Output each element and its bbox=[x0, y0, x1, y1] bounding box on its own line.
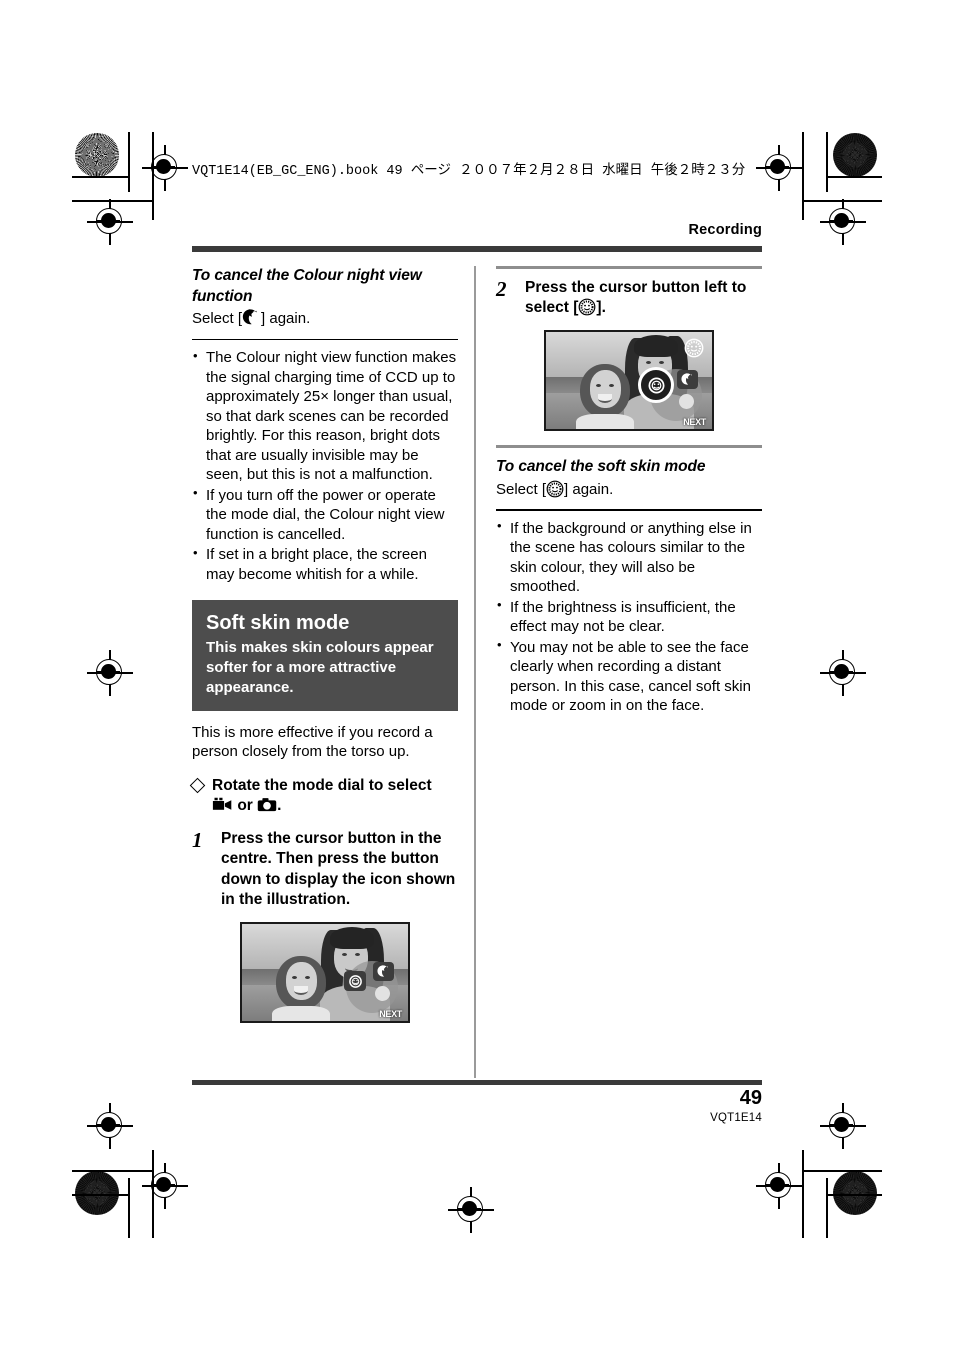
instruction-cancel-soft-skin: Select [ ] again. bbox=[496, 480, 762, 500]
column-divider bbox=[474, 266, 476, 1078]
registration-crosshair-bottom-right bbox=[756, 1163, 802, 1209]
density-target-bottom-right bbox=[833, 1171, 877, 1215]
step-1-number: 1 bbox=[192, 827, 203, 852]
divider-rule-right-2 bbox=[496, 509, 762, 511]
page-number: 49 bbox=[739, 1087, 762, 1109]
callout-description: This makes skin colours appear softer fo… bbox=[206, 639, 434, 696]
list-item: If the background or anything else in th… bbox=[496, 518, 762, 597]
callout-title: Soft skin mode bbox=[206, 612, 350, 635]
divider-rule-left-1 bbox=[192, 338, 458, 341]
notes-list-soft-skin: If the background or anything else in th… bbox=[496, 518, 762, 716]
step-2-text-before: Press the cursor button left to select [ bbox=[525, 278, 747, 316]
step-2-text-after: ]. bbox=[596, 298, 606, 316]
instruction-suffix: ] again. bbox=[261, 310, 311, 328]
registration-crosshair-mid-left bbox=[87, 650, 133, 696]
registration-crosshair-upper-inner-left bbox=[87, 199, 133, 245]
divider-rule-right-top bbox=[496, 266, 762, 269]
document-code: VQT1E14 bbox=[710, 1112, 762, 1124]
density-target-top-right bbox=[833, 133, 877, 177]
directive-text: Rotate the mode dial to select bbox=[212, 776, 432, 794]
osd-next-label: NEXT bbox=[379, 1009, 402, 1020]
registration-crosshair-lower-inner-right bbox=[820, 1103, 866, 1149]
registration-crosshair-upper-inner-right bbox=[820, 199, 866, 245]
illustration-lcd-step1: NEXT bbox=[240, 922, 410, 1024]
step-2-number: 2 bbox=[496, 276, 507, 301]
directive-text-after: . bbox=[277, 797, 282, 815]
list-item: If the brightness is insufficient, the e… bbox=[496, 597, 762, 637]
density-target-top-left bbox=[75, 133, 119, 177]
page-content: VQT1E14(EB_GC_ENG).book 49 ページ ２００７年２月２８… bbox=[189, 0, 762, 1348]
callout-soft-skin-mode: Soft skin mode This makes skin colours a… bbox=[192, 600, 458, 711]
instruction-cancel-colour-night-view: Select [ ] again. bbox=[192, 309, 458, 329]
list-item: The Colour night view function makes the… bbox=[192, 348, 458, 485]
registration-crosshair-top-left bbox=[142, 145, 188, 191]
camcorder-mode-icon bbox=[212, 797, 233, 813]
instruction-suffix: ] again. bbox=[564, 480, 614, 498]
running-head: Recording bbox=[688, 222, 762, 238]
instruction-prefix: Select [ bbox=[192, 310, 243, 328]
osd-colour-night-view-icon bbox=[677, 370, 698, 390]
footer-rule bbox=[192, 1080, 762, 1085]
step-1: 1 Press the cursor button in the centre.… bbox=[192, 827, 458, 911]
soft-skin-icon bbox=[546, 480, 564, 498]
instruction-prefix: Select [ bbox=[496, 480, 547, 498]
diamond-bullet-icon bbox=[189, 777, 206, 793]
list-item: If set in a bright place, the screen may… bbox=[192, 545, 458, 584]
list-item: If you turn off the power or operate the… bbox=[192, 485, 458, 545]
step-1-text: Press the cursor button in the centre. T… bbox=[221, 829, 456, 908]
directive-rotate-mode-dial: Rotate the mode dial to select or . bbox=[189, 776, 458, 817]
photo-mode-icon bbox=[257, 797, 277, 813]
print-job-header: VQT1E14(EB_GC_ENG).book 49 ページ ２００７年２月２８… bbox=[192, 164, 746, 179]
osd-soft-skin-status-icon bbox=[684, 338, 704, 358]
density-target-bottom-left bbox=[75, 1171, 119, 1215]
registration-crosshair-lower-inner-left bbox=[87, 1103, 133, 1149]
right-column: 2 Press the cursor button left to select… bbox=[496, 266, 762, 717]
osd-soft-skin-icon bbox=[344, 971, 366, 992]
intro-paragraph: This is more effective if you record a p… bbox=[192, 723, 433, 761]
registration-crosshair-mid-right bbox=[820, 650, 866, 696]
osd-colour-night-view-icon bbox=[373, 962, 394, 982]
step-2: 2 Press the cursor button left to select… bbox=[496, 276, 762, 319]
notes-list-colour-night-view: The Colour night view function makes the… bbox=[192, 348, 458, 584]
divider-rule-right-mid bbox=[496, 445, 762, 448]
soft-skin-icon bbox=[578, 298, 596, 316]
heading-cancel-soft-skin: To cancel the soft skin mode bbox=[496, 457, 706, 475]
heading-cancel-colour-night-view: To cancel the Colour night view function bbox=[192, 267, 422, 305]
illustration-lcd-step2: NEXT bbox=[544, 330, 714, 432]
osd-next-label: NEXT bbox=[683, 417, 706, 428]
list-item: You may not be able to see the face clea… bbox=[496, 637, 762, 716]
header-rule bbox=[192, 246, 762, 252]
colour-night-view-icon bbox=[242, 309, 261, 326]
registration-crosshair-top-right bbox=[756, 145, 802, 191]
directive-conjunction: or bbox=[237, 797, 253, 815]
left-column: To cancel the Colour night view function… bbox=[189, 266, 458, 1024]
